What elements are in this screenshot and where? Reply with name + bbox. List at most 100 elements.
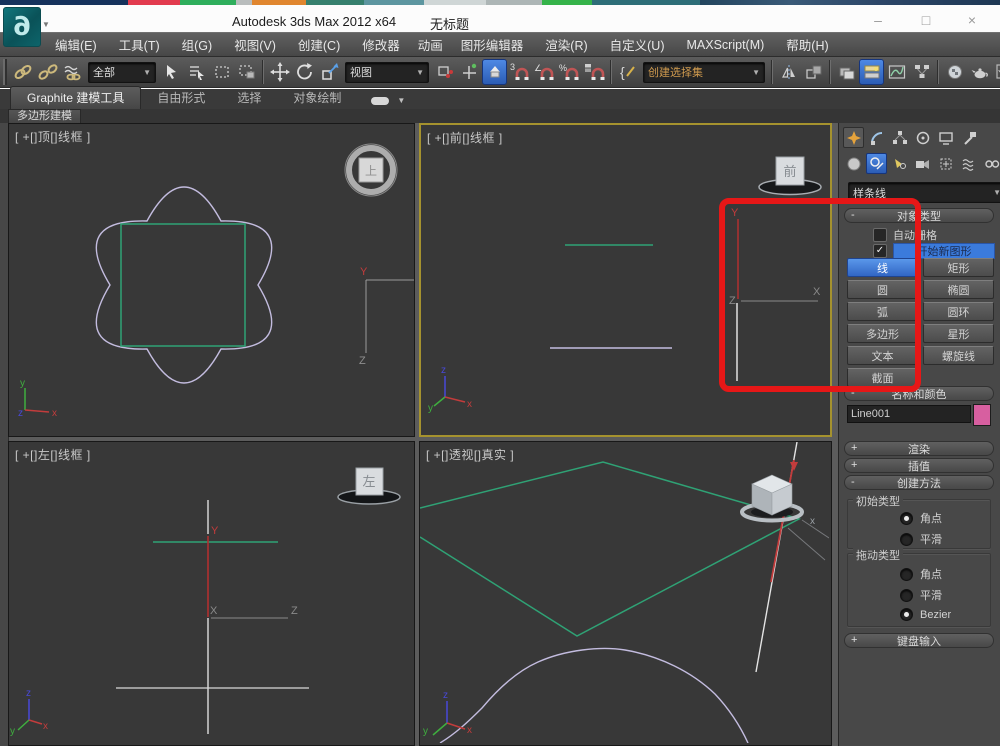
drag-bezier-radio[interactable] [900, 608, 913, 621]
align-icon[interactable] [801, 59, 826, 85]
menu-group[interactable]: 组(G) [171, 32, 224, 57]
object-color-swatch[interactable] [973, 404, 991, 426]
toolbar-grip[interactable] [3, 59, 7, 85]
angle-snap-icon[interactable]: ∠ [532, 59, 557, 85]
window-crossing-icon[interactable] [234, 59, 259, 85]
viewcube[interactable]: x [742, 475, 829, 560]
unlink-selection-icon[interactable] [35, 59, 60, 85]
reference-coordinate-dropdown[interactable]: 视图▼ [345, 62, 429, 83]
initial-smooth-radio[interactable] [900, 533, 913, 546]
interpolation-rollout[interactable]: + 插值 [844, 458, 994, 473]
rectangular-selection-region-icon[interactable] [209, 59, 234, 85]
viewport-left[interactable]: [ +[]左[]线框 ] Y X Z 左 [8, 441, 415, 746]
select-and-scale-icon[interactable] [317, 59, 342, 85]
viewport-left-label[interactable]: [ +[]左[]线框 ] [15, 446, 91, 463]
tab-object-paint[interactable]: 对象绘制 [277, 87, 357, 109]
menu-customize[interactable]: 自定义(U) [599, 32, 676, 57]
rollout-toggle-icon[interactable]: - [851, 476, 855, 488]
menu-maxscript[interactable]: MAXScript(M) [676, 35, 776, 55]
menu-edit[interactable]: 编辑(E) [44, 32, 108, 57]
tab-freeform[interactable]: 自由形式 [141, 87, 221, 109]
star-button[interactable]: 星形 [923, 324, 994, 343]
bind-to-space-warp-icon[interactable] [60, 59, 85, 85]
menu-tools[interactable]: 工具(T) [108, 32, 171, 57]
geometry-category-icon[interactable] [843, 153, 864, 174]
tab-selection[interactable]: 选择 [221, 87, 277, 109]
schematic-view-icon[interactable] [909, 59, 934, 85]
helpers-category-icon[interactable] [935, 153, 956, 174]
graphite-ribbon-toggle-icon[interactable] [859, 59, 884, 85]
render-setup-icon[interactable] [967, 59, 992, 85]
select-by-name-icon[interactable] [184, 59, 209, 85]
display-tab-icon[interactable] [935, 127, 956, 148]
rollout-toggle-icon[interactable]: + [851, 634, 857, 646]
manage-layers-icon[interactable] [834, 59, 859, 85]
mirror-icon[interactable] [776, 59, 801, 85]
object-name-field[interactable] [847, 405, 971, 423]
menu-rendering[interactable]: 渲染(R) [534, 32, 598, 57]
select-and-link-icon[interactable] [10, 59, 35, 85]
percent-snap-icon[interactable]: % [557, 59, 582, 85]
select-and-rotate-icon[interactable] [292, 59, 317, 85]
select-object-icon[interactable] [159, 59, 184, 85]
named-selection-set-dropdown[interactable]: 创建选择集▼ [643, 62, 765, 83]
select-and-move-icon[interactable] [267, 59, 292, 85]
drag-corner-radio[interactable] [900, 568, 913, 581]
viewcube[interactable]: 上 [345, 144, 397, 196]
menu-animation[interactable]: 动画 [411, 32, 450, 57]
maximize-button[interactable]: □ [912, 11, 940, 29]
helix-button[interactable]: 螺旋线 [923, 346, 994, 365]
close-button[interactable]: × [958, 11, 986, 29]
snap-toggle-button[interactable] [482, 59, 507, 85]
menu-modifiers[interactable]: 修改器 [351, 32, 411, 57]
menu-create[interactable]: 创建(C) [287, 32, 351, 57]
edit-named-selection-sets-icon[interactable]: { [615, 59, 640, 85]
rectangle-button[interactable]: 矩形 [923, 258, 994, 277]
menu-views[interactable]: 视图(V) [223, 32, 287, 57]
selection-filter-dropdown[interactable]: 全部▼ [88, 62, 156, 83]
app-menu-caret-icon[interactable]: ▼ [42, 20, 50, 29]
ribbon-config-button[interactable]: ▼ [371, 96, 405, 109]
donut-button[interactable]: 圆环 [923, 302, 994, 321]
creation-method-rollout[interactable]: - 创建方法 [844, 475, 994, 490]
spinner-snap-icon[interactable] [582, 59, 607, 85]
viewport-perspective-label[interactable]: [ +[]透视[]真实 ] [426, 446, 514, 463]
app-logo-button[interactable]: 6 [3, 7, 41, 47]
rollout-toggle-icon[interactable]: + [851, 459, 857, 471]
viewport-top[interactable]: [ +[]顶[]线框 ] Y Z 上 y [8, 123, 415, 437]
keyboard-entry-rollout[interactable]: + 键盘输入 [844, 633, 994, 648]
viewport-top-label[interactable]: [ +[]顶[]线框 ] [15, 128, 91, 145]
systems-category-icon[interactable] [981, 153, 1000, 174]
tab-graphite-modeling[interactable]: Graphite 建模工具 [10, 86, 141, 109]
ellipse-button[interactable]: 椭圆 [923, 280, 994, 299]
rendering-rollout[interactable]: + 渲染 [844, 441, 994, 456]
motion-tab-icon[interactable] [912, 127, 933, 148]
hierarchy-tab-icon[interactable] [889, 127, 910, 148]
menu-graph-editors[interactable]: 图形编辑器 [450, 32, 535, 57]
viewport-front-label[interactable]: [ +[]前[]线框 ] [427, 129, 503, 146]
rendered-frame-window-icon[interactable] [992, 59, 1000, 85]
viewcube-top-face[interactable]: 上 [365, 164, 377, 178]
material-editor-icon[interactable] [942, 59, 967, 85]
minimize-button[interactable]: – [864, 11, 892, 29]
shapes-category-icon[interactable] [866, 153, 887, 174]
lights-category-icon[interactable] [889, 153, 910, 174]
space-warps-category-icon[interactable] [958, 153, 979, 174]
rollout-toggle-icon[interactable]: + [851, 442, 857, 454]
viewcube-left-face[interactable]: 左 [362, 474, 375, 489]
utilities-tab-icon[interactable] [958, 127, 979, 148]
select-and-manipulate-icon[interactable] [457, 59, 482, 85]
modify-tab-icon[interactable] [866, 127, 887, 148]
cameras-category-icon[interactable] [912, 153, 933, 174]
menu-help[interactable]: 帮助(H) [775, 32, 839, 57]
snap-3d-icon[interactable]: 3 [507, 59, 532, 85]
viewcube[interactable]: 左 [338, 468, 400, 504]
use-pivot-point-icon[interactable] [432, 59, 457, 85]
curve-editor-icon[interactable] [884, 59, 909, 85]
viewcube-front-face[interactable]: 前 [783, 164, 796, 179]
create-tab-icon[interactable] [843, 127, 864, 148]
polygon-modeling-panel[interactable]: 多边形建模 [8, 109, 81, 123]
initial-corner-radio[interactable] [900, 512, 913, 525]
viewcube[interactable]: 前 [759, 157, 821, 195]
drag-smooth-radio[interactable] [900, 589, 913, 602]
